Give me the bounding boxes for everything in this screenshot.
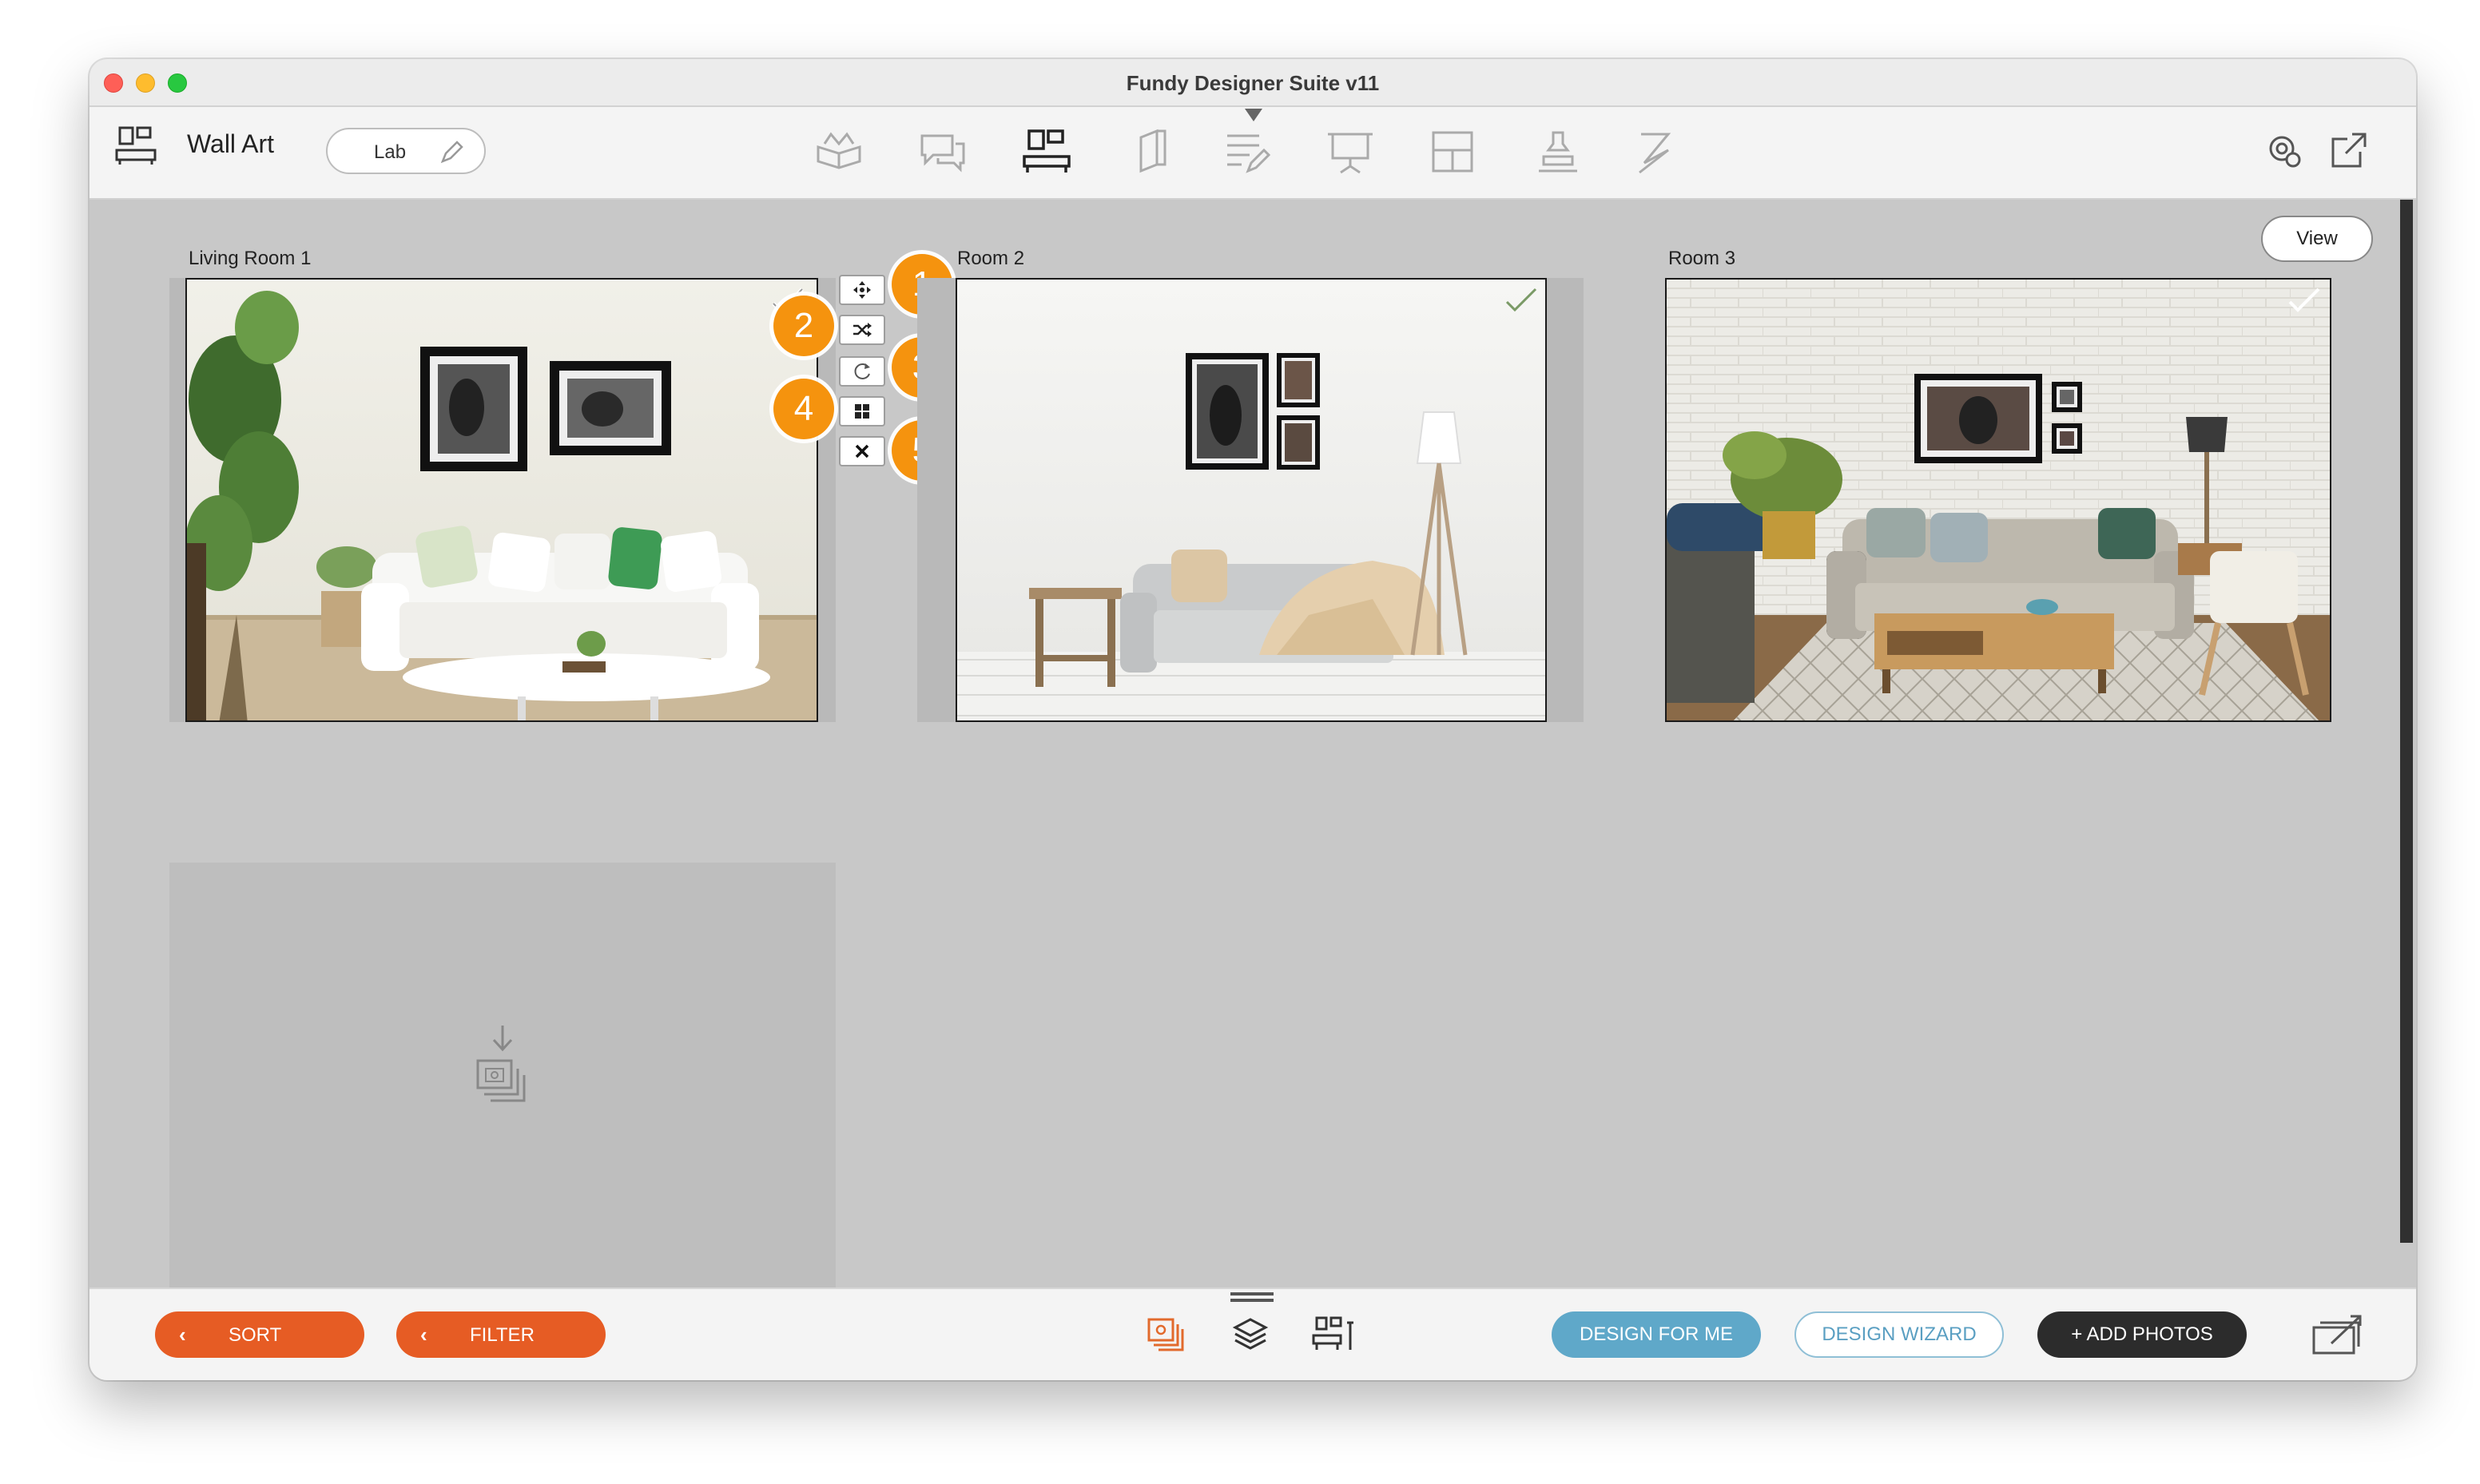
empty-drop-slot[interactable]: [169, 863, 836, 1307]
checkmark-icon: [1505, 288, 1537, 312]
slideshow-icon[interactable]: [1325, 126, 1376, 177]
rotate-tool-button[interactable]: [839, 356, 885, 387]
grid-icon: [855, 404, 869, 419]
stamp-icon[interactable]: [1531, 126, 1582, 177]
text-edit-icon[interactable]: [1221, 126, 1272, 177]
external-window-icon[interactable]: [2328, 129, 2370, 171]
move-icon: [853, 281, 871, 299]
shuffle-icon: [853, 323, 872, 337]
drop-photos-icon: [476, 1026, 526, 1102]
view-button[interactable]: View: [2261, 216, 2373, 262]
lab-label: Lab: [374, 141, 407, 163]
chevron-left-icon: ‹: [420, 1323, 427, 1347]
vertical-scrollbar[interactable]: [2397, 200, 2416, 1288]
delete-tool-button[interactable]: [839, 436, 885, 466]
rotate-icon: [854, 363, 870, 379]
photos-panel-icon[interactable]: [1146, 1313, 1187, 1355]
callout-badge-4: 4: [773, 379, 834, 439]
room-scene-icon[interactable]: [1312, 1315, 1355, 1355]
design-for-me-button[interactable]: DESIGN FOR ME: [1552, 1311, 1761, 1358]
room-label-room-3: Room 3: [1668, 248, 1736, 269]
room-preview-room-3[interactable]: [1665, 278, 2331, 722]
active-nav-indicator: [1245, 109, 1262, 121]
wall-art-section-icon: [115, 126, 157, 165]
add-photos-button[interactable]: + ADD PHOTOS: [2037, 1311, 2247, 1358]
export-icon[interactable]: [2311, 1313, 2367, 1358]
layout-icon[interactable]: [1427, 126, 1478, 177]
pencil-icon: [440, 141, 463, 164]
sort-button[interactable]: ‹ SORT: [155, 1311, 364, 1358]
window-title: Fundy Designer Suite v11: [1126, 71, 1380, 95]
bottom-bar: ‹ SORT ‹ FILTER DESIGN FOR ME DESIGN WIZ…: [89, 1288, 2416, 1380]
title-bar: Fundy Designer Suite v11: [89, 59, 2416, 107]
cards-icon[interactable]: [1125, 126, 1176, 177]
app-window: Fundy Designer Suite v11 Wall Art Lab Vi…: [89, 59, 2416, 1380]
shuffle-tool-button[interactable]: [839, 315, 885, 345]
chat-icon[interactable]: [917, 126, 968, 177]
chevron-left-icon: ‹: [179, 1323, 186, 1347]
room-preview-living-room-1[interactable]: [185, 278, 818, 722]
checkmark-icon: [2288, 288, 2320, 312]
move-tool-button[interactable]: [839, 275, 885, 305]
settings-gear-icon[interactable]: [2263, 129, 2304, 171]
signature-icon[interactable]: [1628, 126, 1679, 177]
room-label-living-room-1: Living Room 1: [189, 248, 312, 269]
room-label-room-2: Room 2: [957, 248, 1025, 269]
grid-tool-button[interactable]: [839, 396, 885, 427]
top-toolbar: Wall Art Lab: [89, 107, 2416, 200]
design-wizard-button[interactable]: DESIGN WIZARD: [1794, 1311, 2004, 1358]
delete-icon: [855, 444, 869, 458]
filter-button[interactable]: ‹ FILTER: [396, 1311, 606, 1358]
scrollbar-thumb[interactable]: [2400, 200, 2413, 1243]
wall-art-icon[interactable]: [1021, 126, 1072, 177]
layers-icon[interactable]: [1230, 1315, 1270, 1355]
room-grid: View Living Room 1 2 4 Room 2 Room 3: [89, 200, 2397, 1307]
room-preview-room-2[interactable]: [956, 278, 1547, 722]
section-title: Wall Art: [187, 129, 275, 158]
album-icon[interactable]: [813, 126, 864, 177]
lab-selector[interactable]: Lab: [326, 128, 486, 174]
panel-drag-handle[interactable]: [1230, 1292, 1274, 1302]
callout-badge-2: 2: [773, 296, 834, 356]
